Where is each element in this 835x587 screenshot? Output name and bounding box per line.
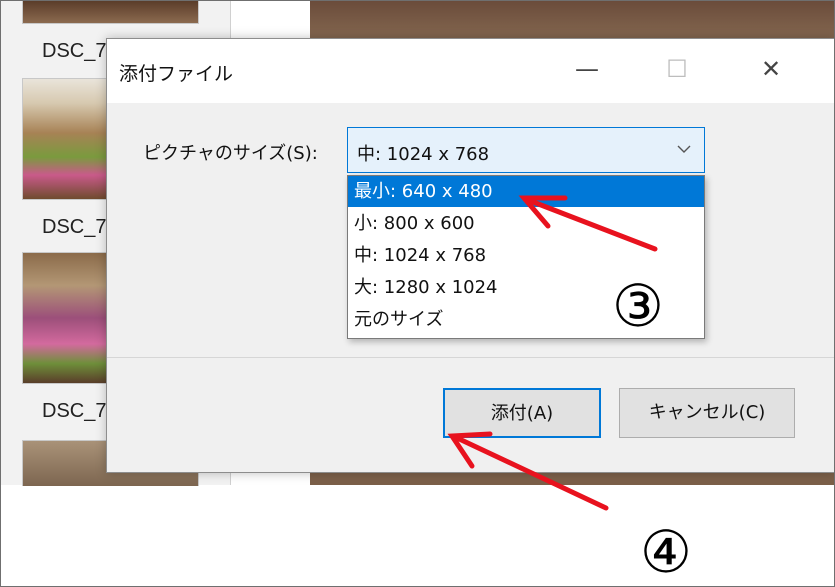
thumbnail-label: DSC_7 <box>42 216 107 238</box>
thumbnail-label: DSC_7 <box>42 40 107 62</box>
step-3-marker: ③ <box>612 272 664 340</box>
dropdown-selected-value: 中: 1024 x 768 <box>357 144 490 165</box>
thumbnail-image[interactable] <box>22 0 199 24</box>
picture-size-label: ピクチャのサイズ(S): <box>143 143 318 164</box>
close-button[interactable]: ✕ <box>741 49 801 89</box>
step-4-marker: ④ <box>640 518 692 586</box>
attach-file-dialog: 添付ファイル — ☐ ✕ ピクチャのサイズ(S): 中: 1024 x 768 … <box>106 38 835 473</box>
dialog-title: 添付ファイル <box>119 63 234 85</box>
attach-button[interactable]: 添付(A) <box>443 388 601 438</box>
thumbnail-label: DSC_7 <box>42 400 107 422</box>
maximize-button[interactable]: ☐ <box>647 49 707 89</box>
empty-area <box>1 486 834 586</box>
dialog-titlebar: 添付ファイル — ☐ ✕ <box>107 39 835 103</box>
minimize-button[interactable]: — <box>557 49 617 89</box>
dialog-separator <box>107 357 835 358</box>
option-small[interactable]: 小: 800 x 600 <box>348 208 704 239</box>
chevron-down-icon <box>676 138 692 164</box>
cancel-button[interactable]: キャンセル(C) <box>619 388 795 438</box>
picture-size-dropdown[interactable]: 中: 1024 x 768 <box>347 127 705 173</box>
option-smallest[interactable]: 最小: 640 x 480 <box>348 176 704 207</box>
option-medium[interactable]: 中: 1024 x 768 <box>348 240 704 271</box>
